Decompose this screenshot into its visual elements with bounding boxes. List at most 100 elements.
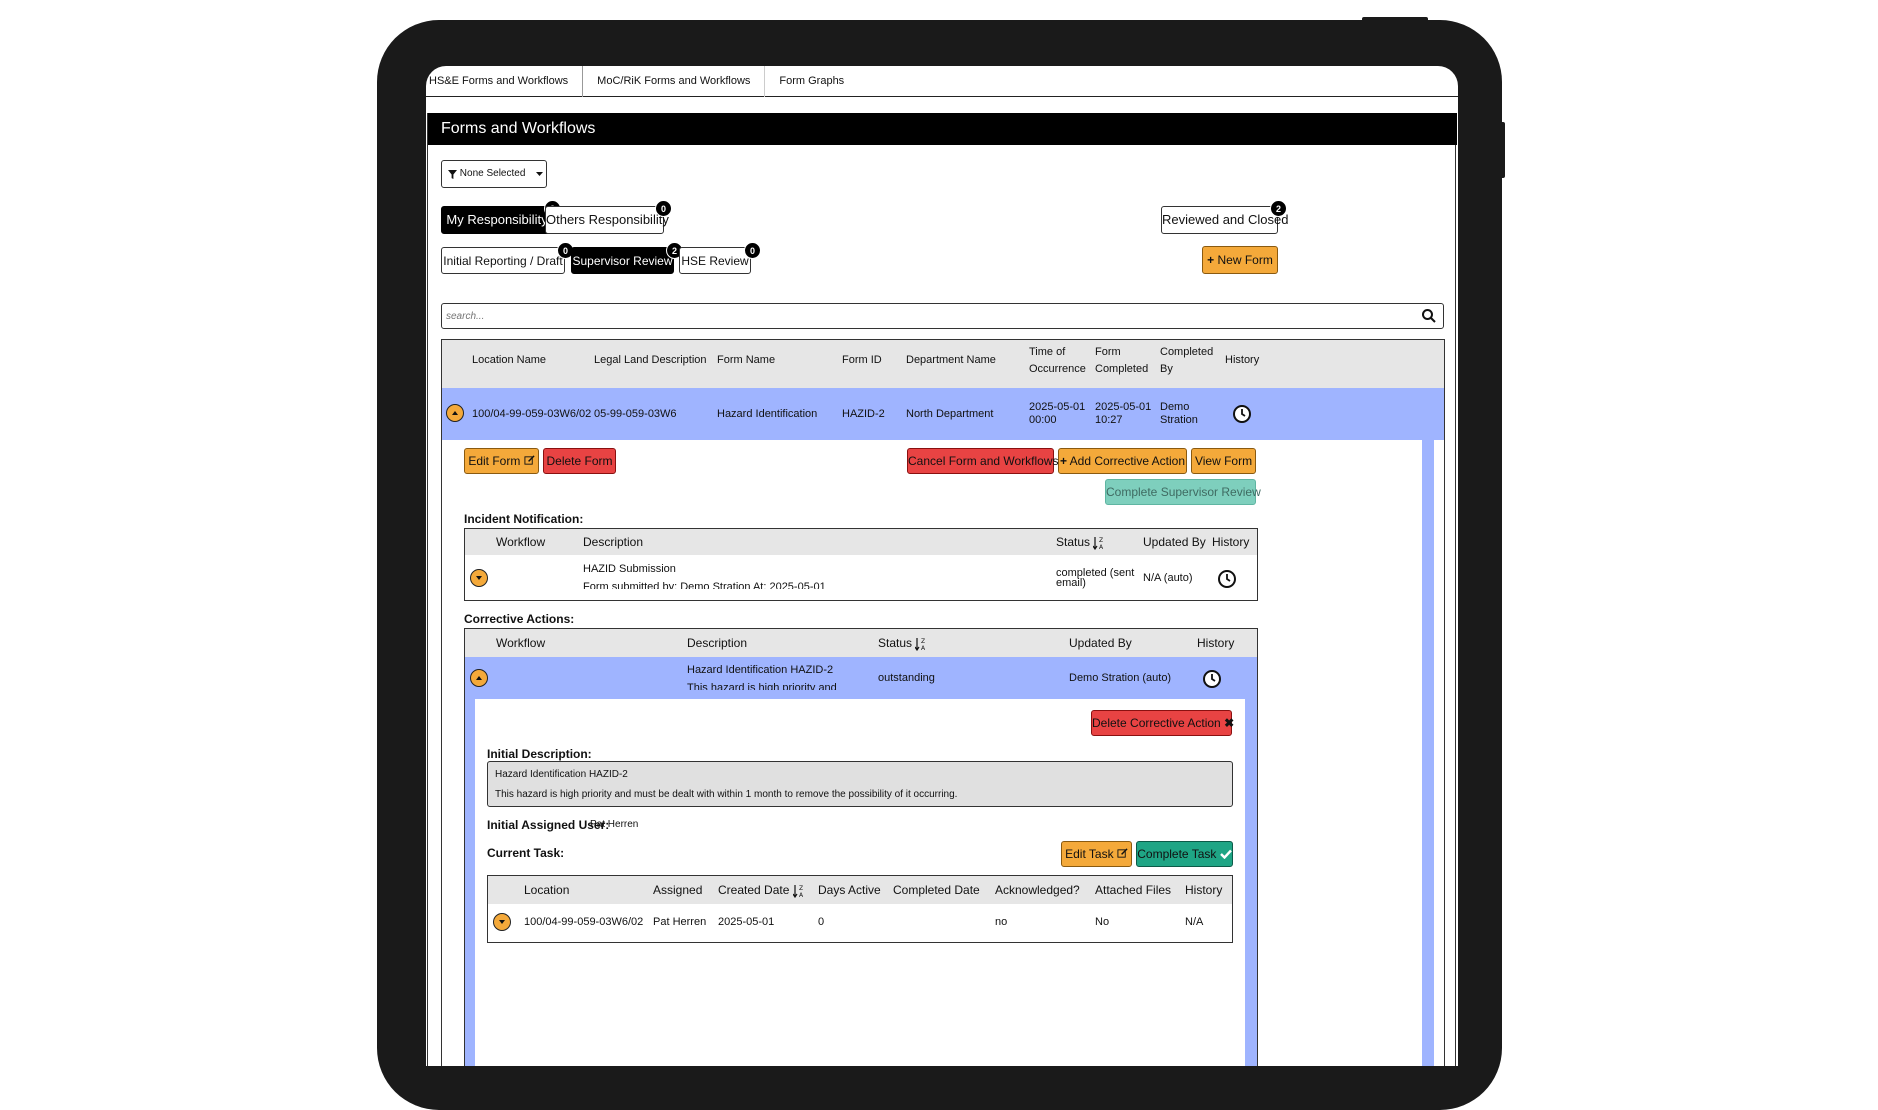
corrective-updated-by: Demo Stration (auto) [1069,672,1172,684]
tab-others-responsibility[interactable]: Others Responsibility [545,206,669,234]
corrective-table-header [465,629,1257,657]
complete-task-button[interactable]: Complete Task [1136,841,1233,867]
reviewed-closed-count: 2 [1270,200,1287,217]
history-clock-icon[interactable] [1217,569,1237,589]
corrective-description-cell: Hazard Identification HAZID-2 This hazar… [687,664,857,690]
chevron-up-icon [476,676,482,680]
corrective-description: Hazard Identification HAZID-2 [687,664,834,676]
tab-hse-forms[interactable]: HS&E Forms and Workflows [426,66,584,97]
incident-description: HAZID Submission [583,563,676,575]
cell-by-l1: Demo [1160,401,1190,413]
cell-time-l2: 00:00 [1029,414,1057,426]
task-location: 100/04-99-059-03W6/02 [524,916,644,928]
edit-task-button[interactable]: Edit Task [1061,841,1132,867]
cell-location: 100/04-99-059-03W6/02 [472,408,592,420]
expand-row-toggle[interactable] [493,913,511,931]
header-days-active: Days Active [818,883,881,897]
header-history: History [1197,636,1235,650]
header-legal-land: Legal Land Description [594,354,707,366]
header-attached-files: Attached Files [1095,883,1172,897]
header-form-completed-l2: Completed [1095,363,1149,375]
hse-review-count: 0 [744,242,761,259]
svg-text:A: A [921,645,926,651]
task-acknowledged: no [995,916,1008,928]
header-location-name: Location Name [472,354,546,366]
delete-corrective-action-button[interactable]: Delete Corrective Action ✖ [1091,710,1235,736]
task-table: Location Assigned Created Date ZA Days A… [487,875,1233,943]
filter-dropdown[interactable]: None Selected [441,160,547,188]
tablet-side-button [1500,122,1505,178]
delete-corrective-action-label: Delete Corrective Action [1092,716,1221,730]
task-history: N/A [1185,916,1204,928]
header-updated-by: Updated By [1069,636,1132,650]
incident-notification-label: Incident Notification: [464,512,584,526]
collapse-row-toggle[interactable] [446,404,464,422]
header-created-date-label: Created Date [718,883,790,897]
delete-form-label: Delete Form [546,454,613,468]
app-screen: HS&E Forms and Workflows MoC/RiK Forms a… [426,66,1458,1066]
view-form-label: View Form [1194,454,1253,468]
top-nav: HS&E Forms and Workflows MoC/RiK Forms a… [426,66,1458,97]
tab-my-responsibility[interactable]: My Responsibility [441,206,553,234]
header-time-occurrence-l1: Time of [1029,346,1066,358]
new-form-button[interactable]: + New Form [1202,246,1278,274]
history-clock-icon[interactable] [1202,669,1222,689]
tab-supervisor-review[interactable]: Supervisor Review [571,247,674,274]
chevron-down-icon [499,920,505,924]
header-department: Department Name [906,354,996,366]
edit-form-button[interactable]: Edit Form [464,448,539,474]
current-task-label: Current Task: [487,846,565,860]
sort-icon[interactable]: ZA [792,884,805,898]
edit-icon [524,455,535,465]
header-completed-by-l1: Completed [1160,346,1214,358]
svg-text:A: A [799,892,804,898]
close-icon: ✖ [1224,716,1235,730]
collapse-row-toggle[interactable] [470,669,488,687]
tab-moc-forms[interactable]: MoC/RiK Forms and Workflows [583,66,766,97]
header-form-completed-l1: Form [1095,346,1121,358]
edit-form-label: Edit Form [468,454,521,468]
caret-down-icon [536,171,544,176]
tab-reviewed-closed-label: Reviewed and Closed [1162,212,1289,227]
cell-form-name: Hazard Identification [717,408,818,420]
cell-department: North Department [906,408,994,420]
incident-status-l2: email) [1056,577,1086,589]
incident-description-sub: Form submitted by: Demo Stration At: 202… [583,581,826,589]
tab-reviewed-closed[interactable]: Reviewed and Closed [1161,206,1288,234]
search-input[interactable] [446,308,1396,324]
tablet-top-button [1362,17,1428,22]
sort-icon[interactable]: ZA [915,637,927,651]
cell-time-l1: 2025-05-01 [1029,401,1086,413]
header-updated-by: Updated By [1143,535,1206,549]
tab-initial-reporting[interactable]: Initial Reporting / Draft [441,247,565,274]
tab-hse-review-label: HSE Review [681,254,749,268]
corrective-description-sub: This hazard is high priority and must [687,682,837,690]
incident-description-cell: HAZID Submission Form submitted by: Demo… [583,563,843,589]
header-form-name: Form Name [717,354,776,366]
svg-text:Z: Z [921,638,925,645]
view-form-button[interactable]: View Form [1191,448,1256,474]
tab-initial-reporting-label: Initial Reporting / Draft [443,254,563,268]
initial-description-title: Hazard Identification HAZID-2 [495,769,628,780]
history-clock-icon[interactable] [1232,404,1252,424]
complete-task-label: Complete Task [1137,847,1217,861]
cancel-form-label: Cancel Form and Workflows [908,454,1059,468]
search-icon[interactable] [1421,308,1437,324]
delete-form-button[interactable]: Delete Form [543,448,616,474]
svg-text:Z: Z [799,885,803,892]
corrective-action-details: Delete Corrective Action ✖ Initial Descr… [475,699,1245,1066]
header-history: History [1212,535,1250,549]
incident-notification-table: Workflow Description Status ZA Updated B… [464,528,1258,601]
complete-supervisor-review-button[interactable]: Complete Supervisor Review [1105,479,1261,505]
tab-hse-review[interactable]: HSE Review [679,247,751,274]
tab-form-graphs[interactable]: Form Graphs [765,66,858,97]
filter-label: None Selected [459,168,526,179]
cancel-form-button[interactable]: Cancel Form and Workflows [907,448,1059,474]
form-details: Edit Form Delete Form Cancel Form and Wo… [452,440,1434,1066]
initial-description-box: Hazard Identification HAZID-2 This hazar… [487,761,1233,807]
add-corrective-action-button[interactable]: + Add Corrective Action [1058,448,1187,474]
expand-row-toggle[interactable] [470,569,488,587]
cell-by-l2: Stration [1160,414,1198,426]
sort-icon[interactable]: ZA [1093,536,1105,550]
header-status-label: Status [1056,535,1091,549]
